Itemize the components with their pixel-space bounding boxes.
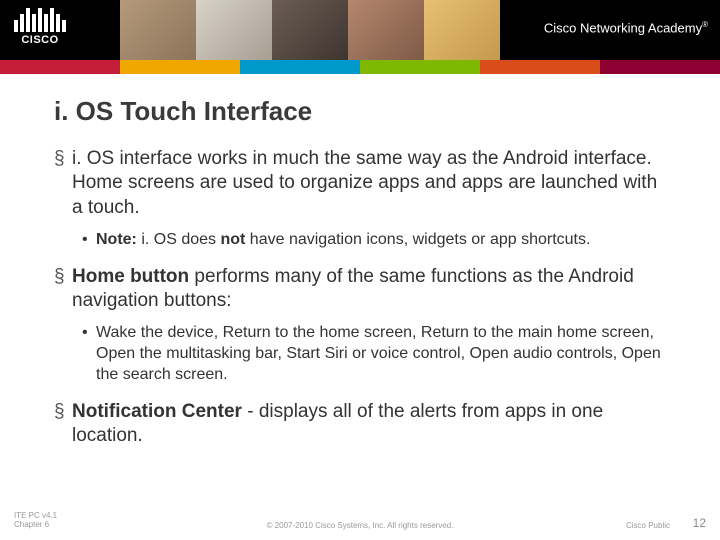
bullet-item: Notification Center - displays all of th… bbox=[54, 400, 666, 449]
footer-classification: Cisco Public bbox=[626, 521, 670, 530]
sub-bullet-item: Wake the device, Return to the home scre… bbox=[54, 323, 666, 385]
cisco-logo: CISCO bbox=[14, 8, 66, 46]
sub-bullet-item: Note: i. OS does not have navigation ico… bbox=[54, 230, 666, 251]
cisco-logo-text: CISCO bbox=[21, 34, 58, 46]
bullet-list: i. OS interface works in much the same w… bbox=[54, 147, 666, 448]
footer-course: ITE PC v4.1 bbox=[14, 511, 57, 521]
footer-page-number: 12 bbox=[693, 516, 706, 530]
footer-chapter: Chapter 6 bbox=[14, 520, 57, 530]
slide-content: i. OS Touch Interface i. OS interface wo… bbox=[0, 74, 720, 540]
header-photo-strip bbox=[120, 0, 500, 60]
cisco-logo-icon bbox=[14, 8, 66, 32]
slide: CISCO Cisco Networking Academy® i. OS To… bbox=[0, 0, 720, 540]
color-stripe bbox=[0, 60, 720, 74]
slide-title: i. OS Touch Interface bbox=[54, 96, 666, 127]
slide-footer: ITE PC v4.1 Chapter 6 © 2007-2010 Cisco … bbox=[0, 512, 720, 530]
bullet-item: i. OS interface works in much the same w… bbox=[54, 147, 666, 220]
bullet-item: Home button performs many of the same fu… bbox=[54, 265, 666, 314]
slide-header: CISCO Cisco Networking Academy® bbox=[0, 0, 720, 60]
footer-left: ITE PC v4.1 Chapter 6 bbox=[14, 511, 57, 530]
footer-copyright: © 2007-2010 Cisco Systems, Inc. All righ… bbox=[267, 521, 454, 530]
academy-label: Cisco Networking Academy® bbox=[544, 20, 708, 35]
